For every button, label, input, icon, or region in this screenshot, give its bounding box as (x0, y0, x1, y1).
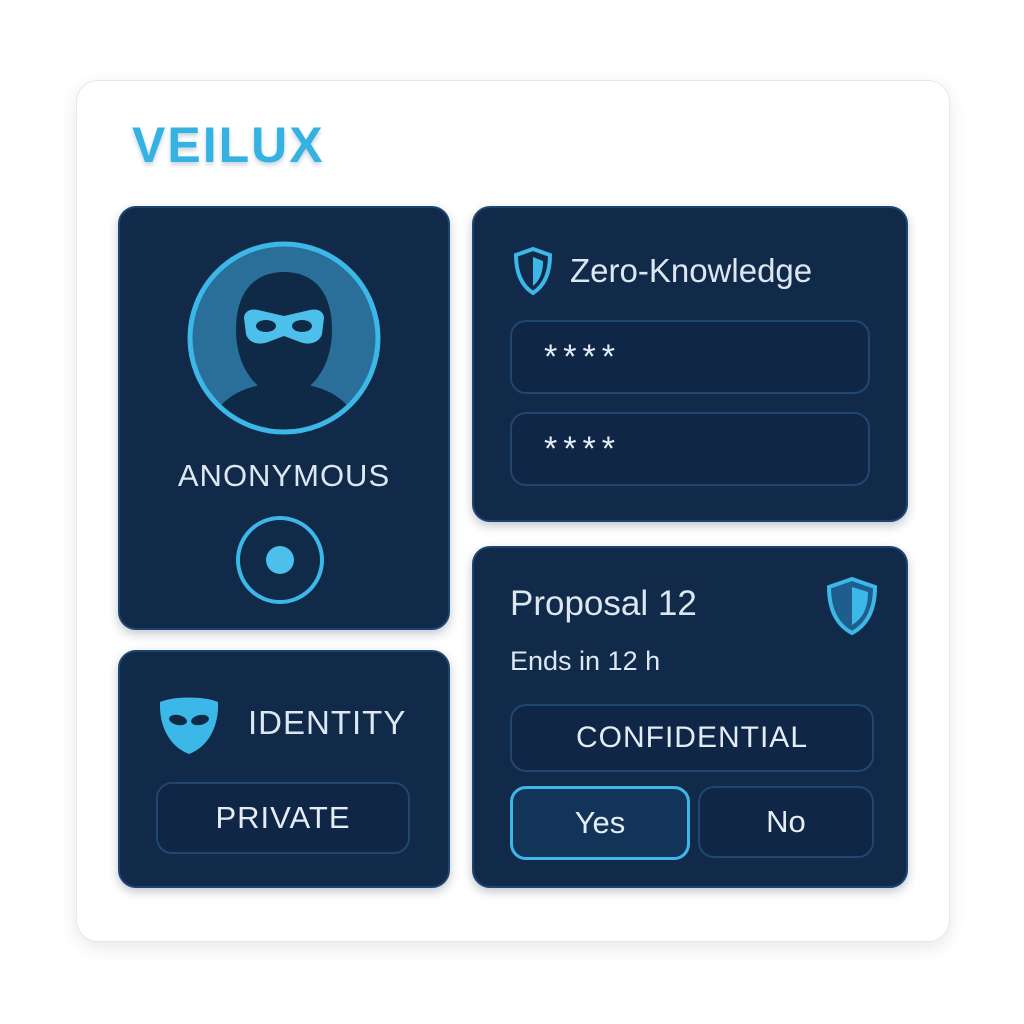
proposal-deadline: Ends in 12 h (510, 646, 661, 676)
confidential-badge: CONFIDENTIAL (510, 704, 874, 772)
private-status-button[interactable]: PRIVATE (156, 782, 410, 854)
zero-knowledge-title: Zero-Knowledge (570, 252, 813, 289)
zero-knowledge-card: Zero-Knowledge **** **** (472, 206, 908, 522)
profile-card: ANONYMOUS (118, 206, 450, 630)
anonymous-label: ANONYMOUS (177, 458, 391, 493)
secret-field-1[interactable]: **** (510, 320, 870, 394)
masked-user-icon (187, 241, 381, 435)
radio-selected-icon (266, 546, 294, 574)
mask-icon (159, 697, 219, 754)
anonymity-toggle[interactable] (236, 516, 324, 604)
vote-no-button[interactable]: No (698, 786, 874, 858)
shield-icon (826, 576, 878, 636)
confidential-label: CONFIDENTIAL (575, 721, 809, 754)
secret-field-2[interactable]: **** (510, 412, 870, 486)
brand-logo: VEILUX (132, 117, 325, 173)
secret-field-2-value: **** (544, 429, 621, 468)
proposal-card: Proposal 12 Ends in 12 h CONFIDENTIAL Ye… (472, 546, 908, 888)
shield-icon (513, 246, 553, 296)
proposal-title: Proposal 12 (510, 584, 697, 623)
secret-field-1-value: **** (544, 337, 621, 376)
vote-no-label: No (766, 804, 806, 839)
private-status-label: PRIVATE (215, 800, 351, 835)
vote-yes-label: Yes (574, 805, 626, 840)
identity-card: IDENTITY PRIVATE (118, 650, 450, 888)
vote-yes-button[interactable]: Yes (510, 786, 690, 860)
identity-title: IDENTITY (248, 704, 407, 741)
